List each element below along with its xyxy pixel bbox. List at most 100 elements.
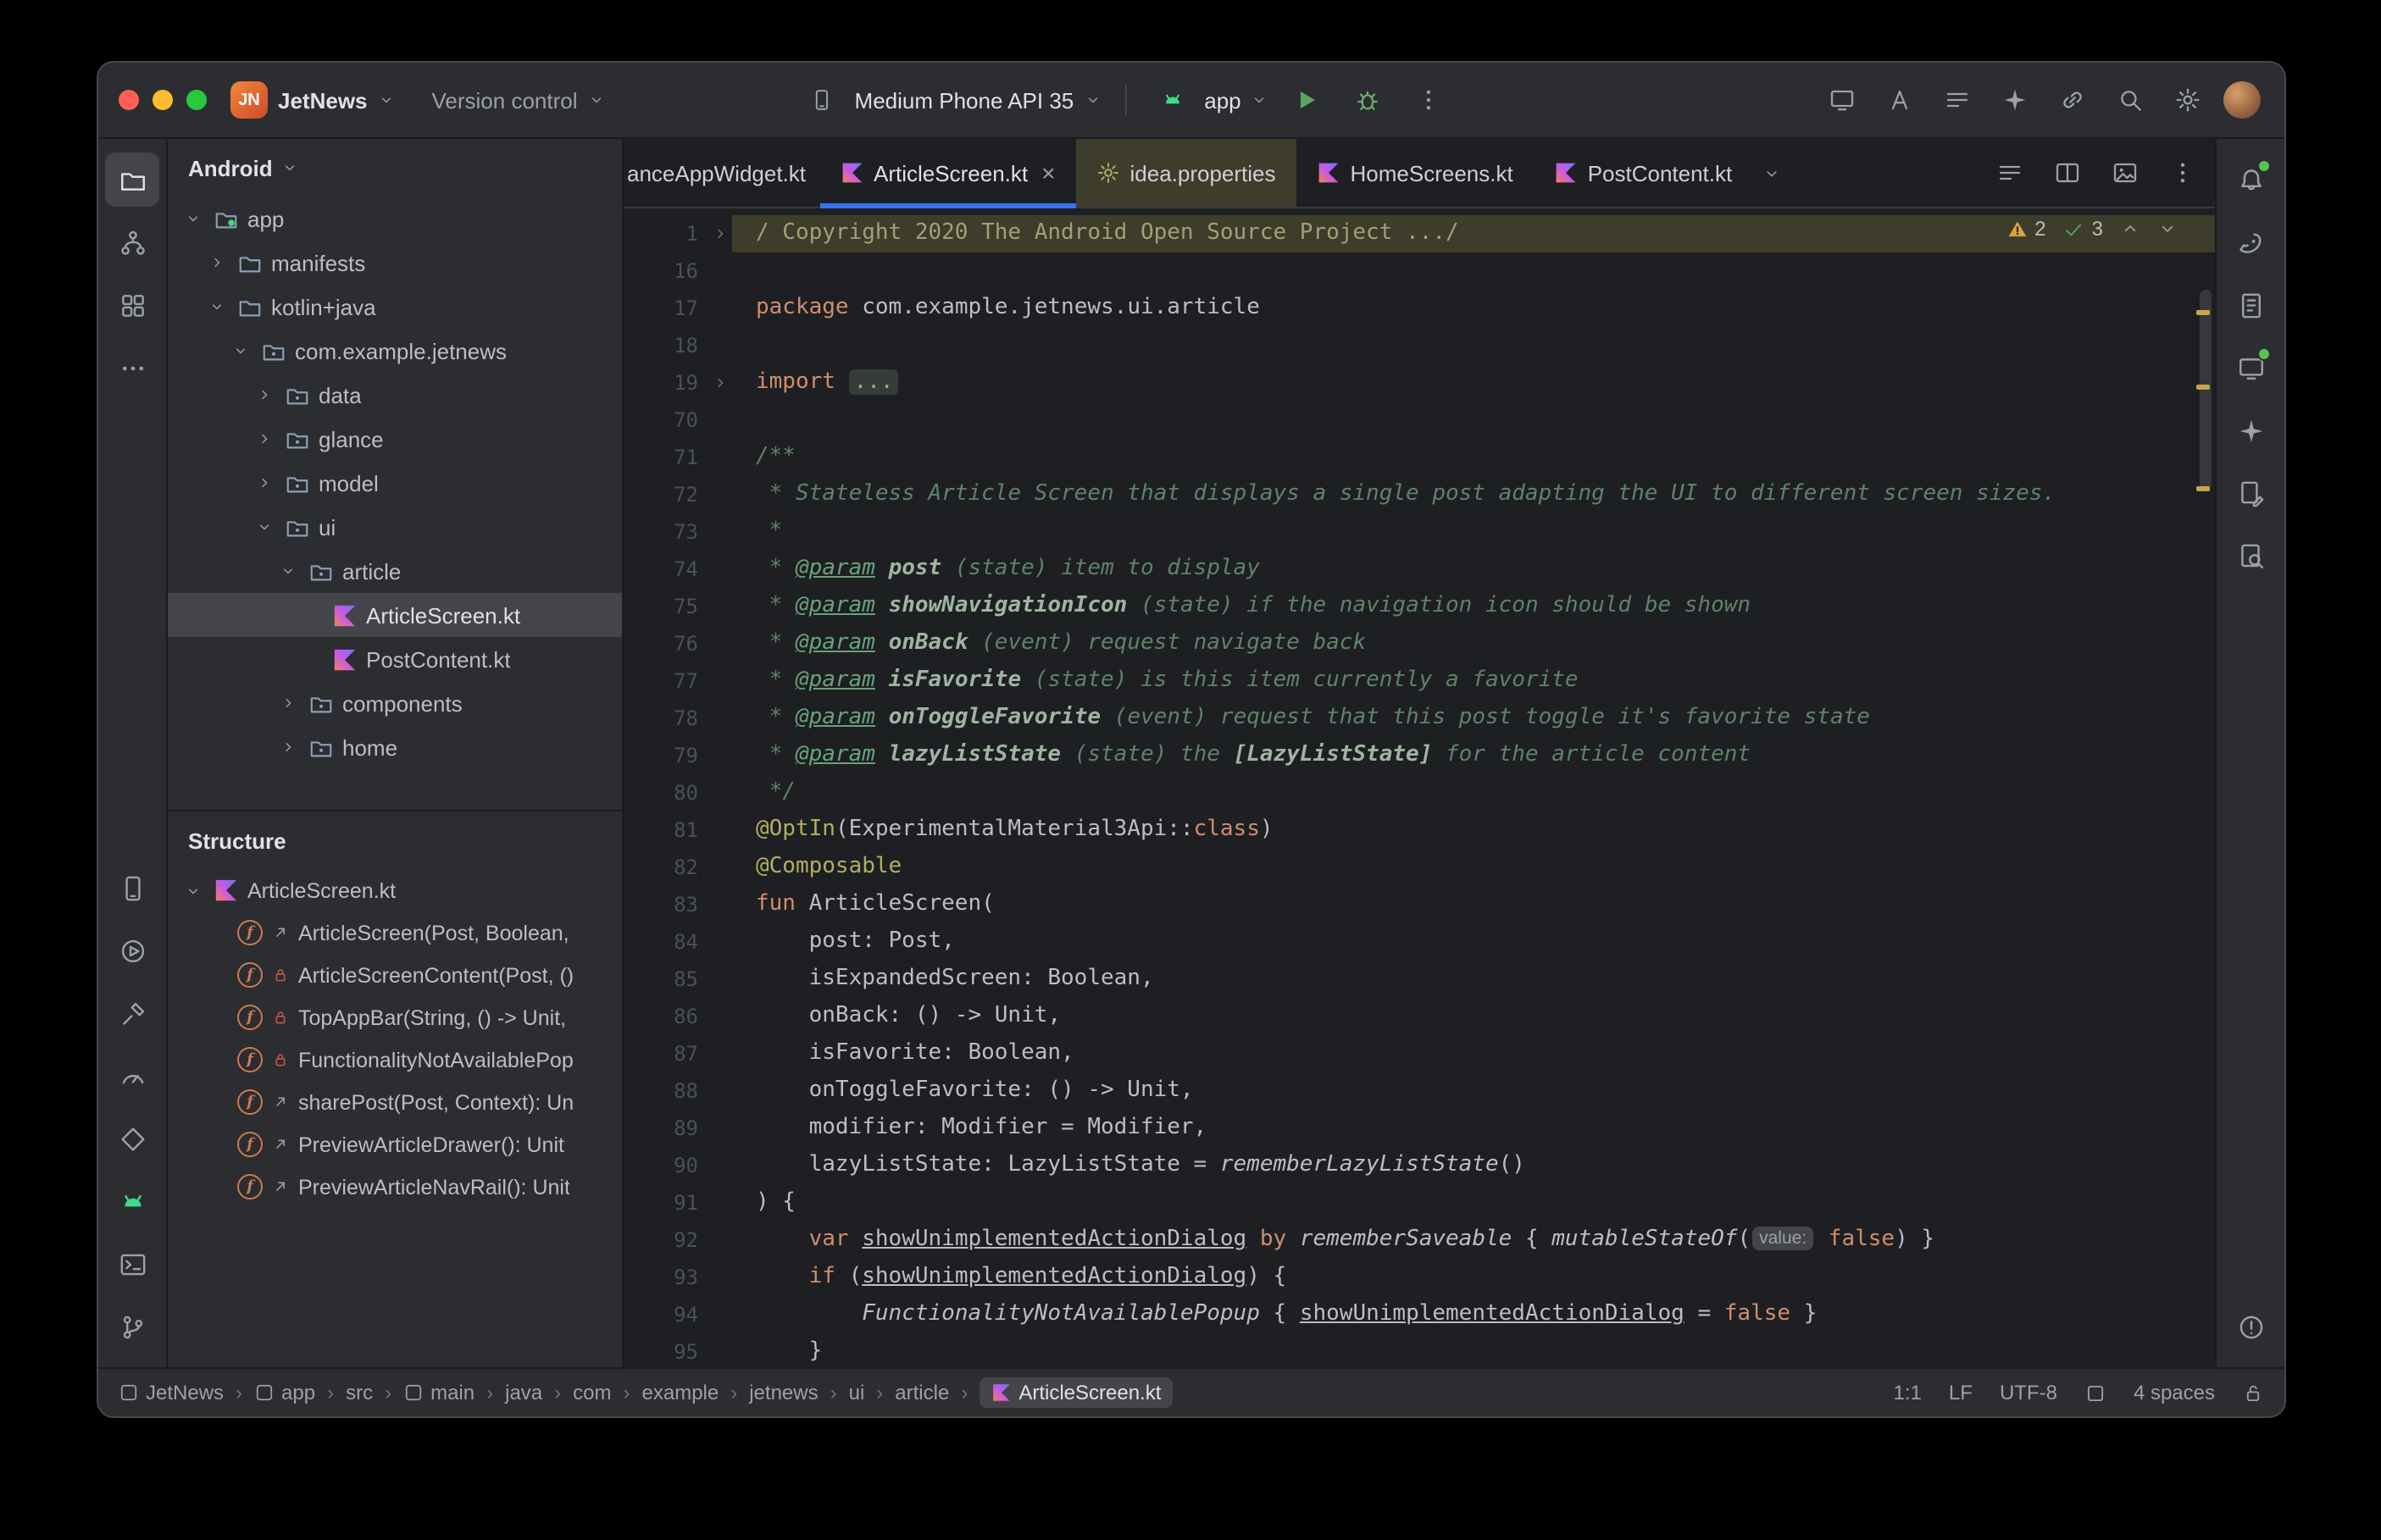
line-number[interactable]: 74 bbox=[624, 551, 698, 588]
more-actions-icon[interactable] bbox=[1407, 78, 1451, 122]
project-item-app[interactable]: app bbox=[168, 197, 622, 241]
line-number[interactable]: 75 bbox=[624, 588, 698, 625]
running-devices-button[interactable] bbox=[2223, 341, 2278, 395]
expand-icon[interactable] bbox=[253, 474, 276, 491]
code-editor[interactable]: 1 / Copyright 2020 The Android Open Sourc… bbox=[624, 208, 2215, 1367]
breadcrumb-ArticleScreen.kt[interactable]: ArticleScreen.kt bbox=[980, 1377, 1174, 1408]
more-tool-windows-button[interactable] bbox=[105, 341, 159, 395]
code-line-16[interactable]: 16 bbox=[624, 252, 2215, 290]
tab-idea.properties[interactable]: idea.properties bbox=[1075, 139, 1296, 207]
minimize-button[interactable] bbox=[153, 90, 173, 110]
expand-icon[interactable] bbox=[276, 739, 300, 756]
line-number[interactable]: 71 bbox=[624, 439, 698, 476]
commit-button[interactable] bbox=[105, 215, 159, 269]
line-number[interactable]: 76 bbox=[624, 625, 698, 662]
readonly-lock-icon[interactable] bbox=[2242, 1382, 2264, 1404]
line-number[interactable]: 93 bbox=[624, 1259, 698, 1296]
tab-anceAppWidget.kt[interactable]: anceAppWidget.kt bbox=[624, 139, 819, 207]
collapse-icon[interactable] bbox=[205, 298, 229, 315]
warning-stripe-mark[interactable] bbox=[2196, 385, 2210, 390]
code-line-88[interactable]: 88 onToggleFavorite: () -> Unit, bbox=[624, 1072, 2215, 1110]
breadcrumb-ui[interactable]: ui bbox=[849, 1381, 865, 1404]
project-widget[interactable]: JN JetNews bbox=[230, 81, 395, 119]
device-manager-button[interactable] bbox=[105, 861, 159, 915]
device-selector[interactable]: Medium Phone API 35 bbox=[801, 78, 1102, 122]
collapse-icon[interactable] bbox=[276, 562, 300, 579]
line-number[interactable]: 18 bbox=[624, 327, 698, 364]
project-panel-header[interactable]: Android bbox=[168, 139, 622, 197]
project-item-manifests[interactable]: manifests bbox=[168, 241, 622, 285]
breadcrumb-java[interactable]: java bbox=[505, 1381, 542, 1404]
breadcrumb-JetNews[interactable]: JetNews bbox=[119, 1381, 224, 1404]
code-line-81[interactable]: 81 @OptIn(ExperimentalMaterial3Api::class… bbox=[624, 812, 2215, 849]
collapse-icon[interactable] bbox=[181, 882, 205, 899]
run-button[interactable] bbox=[1285, 78, 1329, 122]
line-number[interactable]: 84 bbox=[624, 923, 698, 961]
structure-item-FunctionalityNotAvailablePop[interactable]: f FunctionalityNotAvailablePop bbox=[168, 1039, 622, 1081]
code-line-84[interactable]: 84 post: Post, bbox=[624, 923, 2215, 961]
project-item-model[interactable]: model bbox=[168, 461, 622, 505]
line-number[interactable]: 78 bbox=[624, 700, 698, 737]
code-line-91[interactable]: 91) { bbox=[624, 1184, 2215, 1221]
project-item-components[interactable]: components bbox=[168, 681, 622, 725]
next-issue-icon[interactable] bbox=[2157, 219, 2178, 239]
inspection-widget[interactable]: 2 3 bbox=[2006, 217, 2178, 241]
code-line-1[interactable]: 1 / Copyright 2020 The Android Open Sourc… bbox=[624, 215, 2215, 252]
local-changes-button[interactable] bbox=[2223, 466, 2278, 520]
close-tab-icon[interactable]: × bbox=[1041, 161, 1055, 185]
project-button[interactable] bbox=[105, 152, 159, 207]
expand-icon[interactable] bbox=[205, 254, 229, 271]
ai-assistant-icon[interactable] bbox=[1993, 78, 2037, 122]
line-number[interactable]: 79 bbox=[624, 737, 698, 774]
structure-item-sharePost(Post, Context): Un[interactable]: f sharePost(Post, Context): Un bbox=[168, 1081, 622, 1123]
code-line-94[interactable]: 94 FunctionalityNotAvailablePopup { show… bbox=[624, 1296, 2215, 1333]
line-number[interactable]: 73 bbox=[624, 513, 698, 551]
expand-icon[interactable] bbox=[276, 695, 300, 712]
line-number[interactable]: 87 bbox=[624, 1035, 698, 1072]
code-line-90[interactable]: 90 lazyListState: LazyListState = rememb… bbox=[624, 1147, 2215, 1184]
tab-PostContent.kt[interactable]: PostContent.kt bbox=[1534, 139, 1753, 207]
code-line-75[interactable]: 75 * @param showNavigationIcon (state) i… bbox=[624, 588, 2215, 625]
line-number[interactable]: 92 bbox=[624, 1221, 698, 1259]
code-line-70[interactable]: 70 bbox=[624, 402, 2215, 439]
search-everywhere-icon[interactable] bbox=[2108, 78, 2152, 122]
warning-stripe-mark[interactable] bbox=[2196, 310, 2210, 315]
column-mode-icon[interactable] bbox=[2084, 1382, 2106, 1404]
editor-scrollbar[interactable] bbox=[2200, 290, 2212, 490]
tab-list-dropdown-icon[interactable] bbox=[1752, 163, 1791, 182]
breadcrumb-src[interactable]: src bbox=[346, 1381, 373, 1404]
breadcrumb-jetnews[interactable]: jetnews bbox=[749, 1381, 818, 1404]
zoom-button[interactable] bbox=[186, 90, 207, 110]
gradle-button[interactable] bbox=[2223, 215, 2278, 269]
structure-panel-header[interactable]: Structure bbox=[168, 812, 622, 869]
user-avatar[interactable] bbox=[2223, 81, 2261, 119]
code-line-92[interactable]: 92 var showUnimplementedActionDialog by … bbox=[624, 1221, 2215, 1259]
find-button[interactable] bbox=[2223, 529, 2278, 583]
breadcrumb-article[interactable]: article bbox=[895, 1381, 949, 1404]
ai-actions-icon[interactable] bbox=[1878, 78, 1922, 122]
breadcrumb-example[interactable]: example bbox=[642, 1381, 719, 1404]
device-mirror-icon[interactable] bbox=[1820, 78, 1864, 122]
code-line-80[interactable]: 80 */ bbox=[624, 774, 2215, 812]
collapse-icon[interactable] bbox=[253, 518, 276, 535]
structure-item-TopAppBar(String, () -> Unit,[interactable]: f TopAppBar(String, () -> Unit, bbox=[168, 996, 622, 1039]
line-number[interactable]: 19 bbox=[624, 364, 698, 402]
breadcrumb-app[interactable]: app bbox=[254, 1381, 315, 1404]
close-button[interactable] bbox=[119, 90, 139, 110]
code-line-87[interactable]: 87 isFavorite: Boolean, bbox=[624, 1035, 2215, 1072]
project-item-article[interactable]: article bbox=[168, 549, 622, 593]
warning-stripe-mark[interactable] bbox=[2196, 486, 2210, 491]
todo-list-icon[interactable] bbox=[1935, 78, 1979, 122]
terminal-button[interactable] bbox=[105, 1237, 159, 1291]
code-line-85[interactable]: 85 isExpandedScreen: Boolean, bbox=[624, 961, 2215, 998]
run-button[interactable] bbox=[105, 923, 159, 978]
line-number[interactable]: 1 bbox=[624, 215, 698, 252]
breadcrumb-com[interactable]: com bbox=[573, 1381, 611, 1404]
file-encoding[interactable]: UTF-8 bbox=[2000, 1381, 2057, 1404]
collapse-icon[interactable] bbox=[181, 210, 205, 227]
code-line-89[interactable]: 89 modifier: Modifier = Modifier, bbox=[624, 1110, 2215, 1147]
line-separator[interactable]: LF bbox=[1949, 1381, 1973, 1404]
logcat-button[interactable] bbox=[105, 1174, 159, 1228]
problems-button[interactable] bbox=[2223, 1299, 2278, 1354]
code-line-93[interactable]: 93 if (showUnimplementedActionDialog) { bbox=[624, 1259, 2215, 1296]
